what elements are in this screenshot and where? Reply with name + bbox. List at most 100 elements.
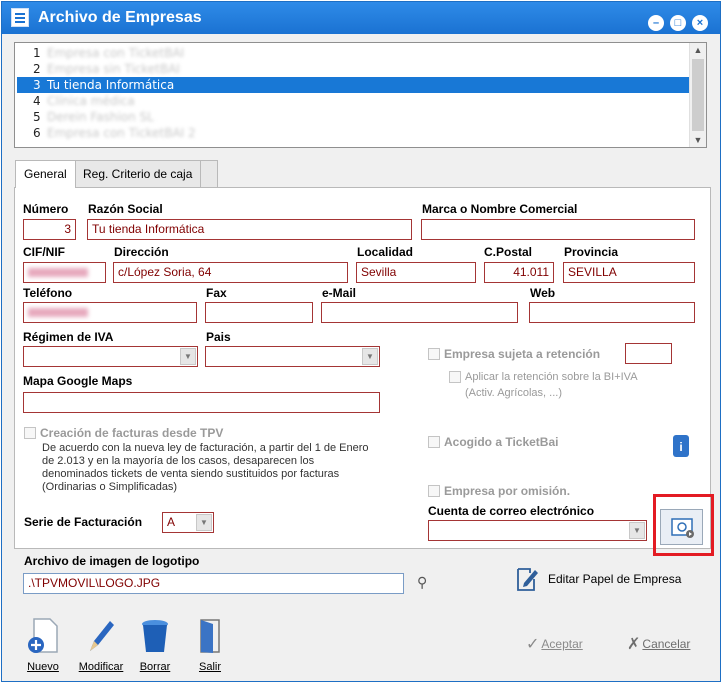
pais-label: Pais <box>206 330 231 344</box>
provincia-label: Provincia <box>564 245 619 259</box>
retencion-field[interactable] <box>625 343 672 364</box>
checkbox-box[interactable] <box>449 371 461 383</box>
cif-label: CIF/NIF <box>23 245 65 259</box>
ticketbai-label: Acogido a TicketBai <box>444 435 559 449</box>
chevron-down-icon[interactable]: ▼ <box>180 348 196 365</box>
list-item[interactable]: 6 Empresa con TicketBAI 2 <box>17 125 689 141</box>
serie-value: A <box>167 515 176 529</box>
localidad-field[interactable]: Sevilla <box>356 262 476 283</box>
tab-empty <box>200 160 218 187</box>
list-item[interactable]: 4 Clínica médica <box>17 93 689 109</box>
razon-social-label: Razón Social <box>88 202 163 216</box>
serie-facturacion-select[interactable]: A ▼ <box>162 512 214 533</box>
cpostal-field[interactable]: 41.011 <box>484 262 554 283</box>
logotipo-label: Archivo de imagen de logotipo <box>24 554 200 568</box>
aceptar-button[interactable]: ✓ Aceptar <box>526 634 583 654</box>
facturas-tpv-label: Creación de facturas desde TPV <box>40 426 224 440</box>
direccion-field[interactable]: c/López Soria, 64 <box>113 262 348 283</box>
redacted-value <box>28 268 88 277</box>
close-icon[interactable]: × <box>692 15 708 31</box>
company-list[interactable]: 1 Empresa con TicketBAI 2 Empresa sin Tick… <box>14 42 707 148</box>
modificar-button[interactable]: Modificar <box>75 617 127 673</box>
list-item[interactable]: 3 Tu tienda Informática <box>17 77 689 93</box>
cpostal-label: C.Postal <box>484 245 533 259</box>
scroll-up-icon[interactable]: ▲ <box>690 45 706 55</box>
chevron-down-icon[interactable]: ▼ <box>362 348 378 365</box>
aplicar-retencion-note: (Activ. Agrícolas, ...) <box>465 387 562 399</box>
empresa-omision-label: Empresa por omisión. <box>444 484 571 498</box>
telefono-label: Teléfono <box>23 286 73 300</box>
exit-door-icon <box>200 619 220 653</box>
app-icon <box>11 8 29 27</box>
aplicar-retencion-checkbox[interactable]: Aplicar la retención sobre la BI+IVA <box>449 371 638 383</box>
maximize-icon[interactable]: □ <box>670 15 686 31</box>
numero-field[interactable]: 3 <box>23 219 76 240</box>
editar-papel-button[interactable]: Editar Papel de Empresa <box>548 572 681 586</box>
logotipo-field[interactable]: .\TPVMOVIL\LOGO.JPG <box>23 573 404 594</box>
settings-icon <box>671 518 694 538</box>
regimen-iva-select[interactable]: ▼ <box>23 346 198 367</box>
razon-social-field[interactable]: Tu tienda Informática <box>87 219 412 240</box>
email-field[interactable] <box>321 302 518 323</box>
tab-criterio-caja[interactable]: Reg. Criterio de caja <box>74 160 202 187</box>
pais-select[interactable]: ▼ <box>205 346 380 367</box>
check-icon: ✓ <box>526 636 540 653</box>
scroll-down-icon[interactable]: ▼ <box>690 135 706 145</box>
fax-field[interactable] <box>205 302 313 323</box>
checkbox-box[interactable] <box>24 427 36 439</box>
pen-icon <box>90 621 114 651</box>
empresa-omision-checkbox[interactable]: Empresa por omisión. <box>428 484 570 498</box>
facturas-tpv-checkbox[interactable]: Creación de facturas desde TPV <box>24 426 223 440</box>
list-scrollbar[interactable]: ▲ ▼ <box>689 43 706 147</box>
tab-general[interactable]: General <box>15 160 76 188</box>
chevron-down-icon[interactable]: ▼ <box>196 514 212 531</box>
telefono-field[interactable] <box>23 302 197 323</box>
minimize-icon[interactable]: – <box>648 15 664 31</box>
search-icon[interactable]: ⚲ <box>417 574 427 591</box>
nuevo-label: Nuevo <box>27 661 59 673</box>
aceptar-label: Aceptar <box>541 637 583 651</box>
cif-field[interactable] <box>23 262 106 283</box>
list-item[interactable]: 1 Empresa con TicketBAI <box>17 45 689 61</box>
checkbox-box[interactable] <box>428 436 440 448</box>
modificar-label: Modificar <box>78 661 124 673</box>
archivo-empresas-window: Archivo de Empresas – □ × 1 Empresa con T… <box>1 1 721 682</box>
provincia-field[interactable]: SEVILLA <box>563 262 695 283</box>
new-document-icon <box>28 618 58 653</box>
borrar-button[interactable]: Borrar <box>130 617 180 673</box>
marca-label: Marca o Nombre Comercial <box>422 202 578 216</box>
ticketbai-checkbox[interactable]: Acogido a TicketBai <box>428 435 558 449</box>
serie-facturacion-label: Serie de Facturación <box>24 515 143 529</box>
direccion-label: Dirección <box>114 245 169 259</box>
cancelar-button[interactable]: ✗ Cancelar <box>627 634 690 654</box>
numero-label: Número <box>23 202 69 216</box>
fax-label: Fax <box>206 286 227 300</box>
list-item[interactable]: 5 Derein Fashion SL <box>17 109 689 125</box>
nuevo-button[interactable]: Nuevo <box>18 617 68 673</box>
mapa-field[interactable] <box>23 392 380 413</box>
facturas-tpv-description: De acuerdo con la nueva ley de facturaci… <box>42 442 369 493</box>
redacted-value <box>28 308 88 317</box>
list-item[interactable]: 2 Empresa sin TicketBAI <box>17 61 689 77</box>
web-field[interactable] <box>529 302 695 323</box>
borrar-label: Borrar <box>139 661 171 673</box>
chevron-down-icon[interactable]: ▼ <box>629 522 645 539</box>
trash-icon <box>142 620 168 652</box>
info-icon[interactable]: i <box>673 435 689 457</box>
salir-label: Salir <box>198 661 221 673</box>
email-settings-button[interactable] <box>660 509 703 545</box>
scroll-thumb[interactable] <box>692 59 704 131</box>
cuenta-correo-label: Cuenta de correo electrónico <box>428 504 595 518</box>
checkbox-box[interactable] <box>428 348 440 360</box>
window-title: Archivo de Empresas <box>38 9 202 26</box>
marca-field[interactable] <box>421 219 695 240</box>
cuenta-correo-select[interactable]: ▼ <box>428 520 647 541</box>
web-label: Web <box>530 286 556 300</box>
retencion-checkbox[interactable]: Empresa sujeta a retención <box>428 347 600 361</box>
aplicar-retencion-label: Aplicar la retención sobre la BI+IVA <box>465 371 638 383</box>
localidad-label: Localidad <box>357 245 414 259</box>
edit-document-icon[interactable] <box>515 565 539 593</box>
checkbox-box[interactable] <box>428 485 440 497</box>
salir-button[interactable]: Salir <box>185 617 235 673</box>
general-panel <box>14 187 711 549</box>
